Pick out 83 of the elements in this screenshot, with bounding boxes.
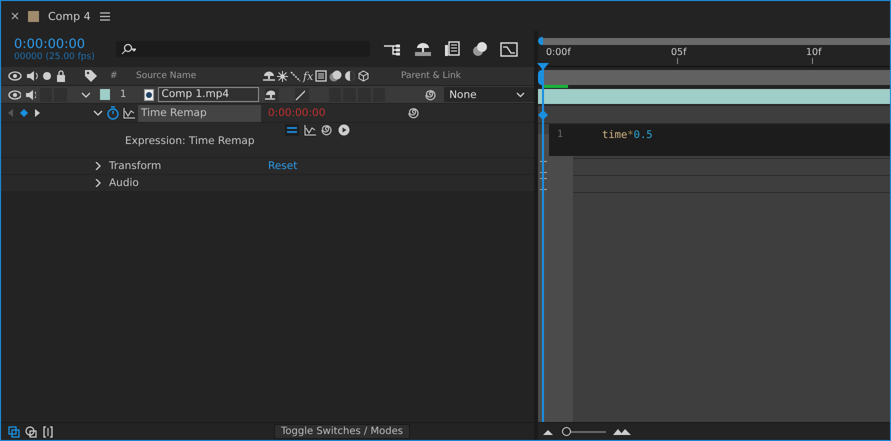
keyframe-navigator-icon[interactable] (7, 108, 41, 118)
pick-whip-icon[interactable] (321, 124, 333, 136)
cube-icon[interactable] (358, 70, 370, 82)
property-name[interactable]: Time Remap (138, 104, 261, 122)
motion-blur-icon[interactable] (329, 70, 342, 82)
eye-icon[interactable] (8, 71, 22, 81)
expand-caret-icon[interactable] (93, 179, 103, 187)
lock-icon[interactable] (56, 70, 66, 82)
equals-icon (287, 127, 297, 133)
timecode[interactable]: 0:00:00:00 (14, 36, 106, 52)
expand-caret-icon[interactable] (93, 109, 103, 117)
hierarchy-icon[interactable] (384, 42, 402, 56)
solo-switch[interactable] (40, 88, 52, 102)
search-field[interactable] (116, 41, 370, 57)
frame-rate: 00000 (25.00 fps) (14, 52, 96, 62)
tab-title[interactable]: Comp 4 (48, 10, 91, 22)
label-color-chip[interactable] (100, 89, 110, 100)
quality-icon[interactable] (290, 70, 301, 82)
footage-icon (144, 88, 154, 100)
chevron-down-icon (516, 92, 525, 98)
shy-switch[interactable] (264, 88, 279, 102)
zoom-thumb[interactable] (562, 427, 572, 436)
ruler-label: 05f (671, 48, 686, 58)
parent-dropdown[interactable]: None (444, 87, 534, 102)
graph-editor-icon[interactable] (500, 41, 518, 57)
navigator-handle[interactable] (538, 70, 542, 84)
toggle-switches-button[interactable]: Toggle Switches / Modes (274, 424, 410, 439)
quality-switch[interactable] (294, 88, 309, 102)
expression-editor[interactable]: 1 time*0.5 (549, 124, 890, 156)
speaker-icon[interactable] (26, 70, 38, 82)
menu-icon[interactable] (100, 12, 110, 20)
keyframe-icon[interactable] (538, 110, 548, 120)
switch-box[interactable] (328, 88, 342, 102)
ruler-label: 10f (806, 48, 822, 58)
column-header[interactable]: Parent & Link (401, 71, 461, 81)
group-name[interactable]: Transform (109, 160, 268, 172)
solo-icon[interactable] (42, 71, 52, 81)
motion-blur-icon[interactable] (472, 41, 488, 57)
frame-blend-icon[interactable] (315, 70, 328, 82)
expression-enable-toggle[interactable] (285, 124, 299, 136)
expand-caret-icon[interactable] (93, 162, 103, 170)
layer-name-field[interactable]: Comp 1.mp4 (158, 87, 259, 102)
eye-icon[interactable] (8, 90, 21, 100)
pick-whip-icon[interactable] (425, 88, 436, 100)
shy-switch-icon (264, 89, 275, 100)
group-name[interactable]: Audio (109, 177, 268, 189)
shy-switch-icon[interactable] (263, 70, 275, 82)
slash-icon (294, 88, 305, 100)
film-frames-icon[interactable] (444, 41, 460, 57)
speaker-icon[interactable] (24, 88, 36, 100)
layer-number: 1 (120, 89, 128, 100)
brackets-icon[interactable] (42, 426, 54, 438)
search-icon (120, 43, 136, 55)
layers-icon[interactable] (8, 426, 20, 438)
reset-link[interactable]: Reset (268, 160, 298, 172)
overlap-icon[interactable] (25, 426, 37, 438)
zoom-out-icon[interactable] (543, 428, 553, 434)
line-number: 1 (556, 129, 564, 140)
pick-whip-icon[interactable] (408, 107, 420, 119)
sun-icon[interactable] (277, 70, 288, 82)
stopwatch-icon[interactable] (106, 106, 120, 120)
graph-icon[interactable] (304, 124, 316, 136)
label-tag-icon[interactable] (84, 69, 98, 83)
shy-layer-icon[interactable] (414, 42, 432, 56)
graph-icon[interactable] (123, 108, 135, 118)
work-area-bar[interactable] (543, 38, 890, 44)
expand-caret-icon[interactable] (80, 90, 90, 98)
switch-box[interactable] (343, 88, 356, 102)
work-area-handle[interactable] (538, 37, 543, 45)
playhead[interactable] (537, 63, 549, 422)
switch-box[interactable] (372, 88, 386, 102)
play-circle-icon[interactable] (338, 124, 350, 136)
column-header[interactable]: Source Name (136, 71, 263, 81)
expression-label: Expression: Time Remap (125, 135, 255, 147)
ruler-label: 0:00f (546, 48, 571, 58)
effects-label[interactable]: fx (303, 70, 314, 82)
column-header[interactable]: # (110, 71, 136, 81)
zoom-in-icon[interactable] (613, 428, 631, 435)
switch-box[interactable] (358, 88, 371, 102)
adjustment-layer-icon[interactable] (344, 70, 356, 82)
expression-code[interactable]: time*0.5 (602, 129, 653, 141)
lock-switch[interactable] (54, 88, 67, 102)
close-icon[interactable] (11, 12, 19, 20)
